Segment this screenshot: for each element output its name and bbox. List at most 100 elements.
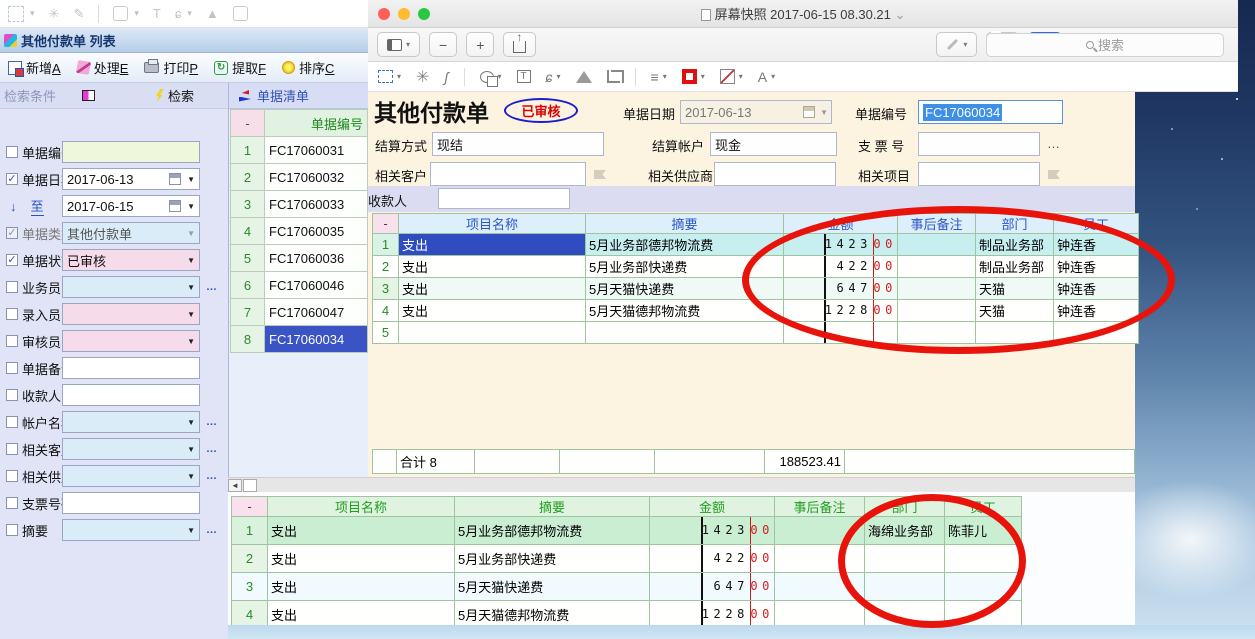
supplier-input[interactable] [714, 162, 836, 186]
text-style-icon[interactable]: A [758, 69, 767, 85]
text-tool-icon[interactable]: T [153, 6, 161, 21]
process-button[interactable]: 处理E [77, 58, 129, 77]
checkbox[interactable] [6, 362, 18, 374]
doc-row[interactable]: 1FC17060031 [231, 137, 368, 164]
calendar-icon[interactable] [803, 106, 815, 118]
payee-input[interactable] [438, 188, 570, 209]
checkbox[interactable] [6, 389, 18, 401]
crop-icon[interactable] [233, 6, 248, 21]
payee-input[interactable] [62, 384, 200, 406]
settle-method-input[interactable]: 现结 [432, 132, 604, 156]
doc-date-input[interactable]: 2017-06-13▼ [680, 100, 832, 124]
dropdown-arrow-icon[interactable]: ▼ [187, 472, 195, 481]
sketch-pen-icon[interactable]: ʃ [444, 69, 448, 85]
status-select[interactable]: 已审核▼ [62, 249, 200, 271]
scrollbar-thumb[interactable] [243, 479, 257, 492]
magic-wand-icon[interactable]: ✳ [416, 67, 429, 87]
checkbox[interactable] [6, 470, 18, 482]
adjust-icon[interactable] [576, 71, 592, 83]
zoom-out-button[interactable]: − [429, 32, 457, 57]
preview-titlebar[interactable]: 屏幕快照 2017-06-15 08.30.21 ⌄ [368, 0, 1238, 28]
salesperson-select[interactable]: ▼ [62, 276, 200, 298]
scroll-left-arrow-icon[interactable]: ◄ [228, 479, 242, 492]
checkbox[interactable]: ✓ [6, 173, 18, 185]
sort-button[interactable]: 排序C [282, 58, 334, 77]
dropdown-arrow-icon[interactable]: ▼ [187, 337, 195, 346]
checkbox[interactable] [6, 335, 18, 347]
checkbox[interactable] [6, 443, 18, 455]
shapes-icon[interactable] [113, 6, 128, 21]
checkbox[interactable] [6, 524, 18, 536]
docno-input[interactable] [62, 141, 200, 163]
doc-row-selected[interactable]: 8FC17060034 [231, 326, 368, 353]
more-button[interactable]: … [206, 281, 218, 293]
more-button[interactable]: … [206, 443, 218, 455]
doc-row[interactable]: 3FC17060033 [231, 191, 368, 218]
selection-tool-icon[interactable] [8, 6, 24, 22]
shapes-icon[interactable] [480, 71, 494, 83]
cheque-more-dots[interactable]: … [1047, 136, 1060, 151]
swap-arrows-icon[interactable] [237, 90, 251, 102]
doc-row[interactable]: 5FC17060036 [231, 245, 368, 272]
sketch-pen-icon[interactable]: ✎ [73, 6, 84, 22]
add-button[interactable]: 新增A [8, 58, 61, 77]
dropdown-arrow-icon[interactable]: ▼ [187, 202, 195, 211]
magic-wand-icon[interactable]: ✳ [49, 6, 60, 22]
flag-icon[interactable] [1048, 170, 1060, 179]
dropdown-arrow-icon[interactable]: ▼ [187, 175, 195, 184]
calendar-icon[interactable] [169, 173, 181, 185]
extract-button[interactable]: ↻提取F [214, 58, 266, 77]
dropdown-arrow-icon[interactable]: ▼ [187, 256, 195, 265]
checkbox[interactable] [6, 281, 18, 293]
signature-icon[interactable]: ɕ [546, 69, 553, 85]
line-style-icon[interactable]: ≡ [651, 69, 659, 85]
crop-icon[interactable] [607, 70, 620, 83]
list-window-titlebar[interactable]: 其他付款单 列表 [0, 28, 368, 53]
checkbox[interactable] [6, 497, 18, 509]
dropdown-arrow-icon[interactable]: ▼ [187, 445, 195, 454]
customer-select[interactable]: ▼ [62, 438, 200, 460]
fill-color-icon[interactable] [720, 69, 735, 84]
summary-select[interactable]: ▼ [62, 519, 200, 541]
checkbox[interactable] [6, 416, 18, 428]
auditor-select[interactable]: ▼ [62, 330, 200, 352]
date-to-input[interactable]: 2017-06-15▼ [62, 195, 200, 217]
supplier-select[interactable]: ▼ [62, 465, 200, 487]
checkbox[interactable] [6, 146, 18, 158]
checkbox[interactable] [6, 308, 18, 320]
calendar-icon[interactable] [169, 200, 181, 212]
entry-clerk-select[interactable]: ▼ [62, 303, 200, 325]
print-button[interactable]: 打印P [144, 58, 198, 77]
doc-note-input[interactable] [62, 357, 200, 379]
doc-row[interactable]: 6FC17060046 [231, 272, 368, 299]
grid-icon[interactable] [82, 90, 95, 101]
account-name-select[interactable]: ▼ [62, 411, 200, 433]
cheque-no-input[interactable] [918, 132, 1040, 156]
markup-pen-button[interactable]: ▾ [936, 32, 977, 57]
dropdown-arrow-icon[interactable]: ▼ [187, 283, 195, 292]
sidebar-toggle-button[interactable]: ▾ [377, 32, 420, 57]
more-button[interactable]: … [206, 524, 218, 536]
zoom-in-button[interactable]: + [466, 32, 494, 57]
share-button[interactable] [503, 32, 536, 57]
customer-input[interactable] [430, 162, 586, 186]
adjust-icon[interactable]: ▲ [206, 6, 219, 21]
settle-account-input[interactable]: 现金 [710, 132, 837, 156]
signature-icon[interactable]: ɕ [175, 6, 182, 21]
dropdown-arrow-icon[interactable]: ▼ [187, 526, 195, 535]
border-color-icon[interactable] [682, 69, 697, 84]
text-tool-icon[interactable]: T [517, 70, 531, 83]
checkbox[interactable]: ✓ [6, 254, 18, 266]
doc-row[interactable]: 7FC17060047 [231, 299, 368, 326]
dropdown-arrow-icon[interactable]: ▼ [187, 310, 195, 319]
more-button[interactable]: … [206, 470, 218, 482]
horizontal-scrollbar[interactable]: ◄ [228, 477, 1135, 492]
doc-row[interactable]: 2FC17060032 [231, 164, 368, 191]
doc-row[interactable]: 4FC17060035 [231, 218, 368, 245]
doc-no-input[interactable]: FC17060034 [918, 100, 1063, 124]
more-button[interactable]: … [206, 416, 218, 428]
selection-tool-icon[interactable] [378, 70, 393, 83]
date-from-input[interactable]: 2017-06-13▼ [62, 168, 200, 190]
search-execute-button[interactable]: 检索 [168, 86, 194, 105]
search-input[interactable]: 搜索 [986, 33, 1224, 57]
